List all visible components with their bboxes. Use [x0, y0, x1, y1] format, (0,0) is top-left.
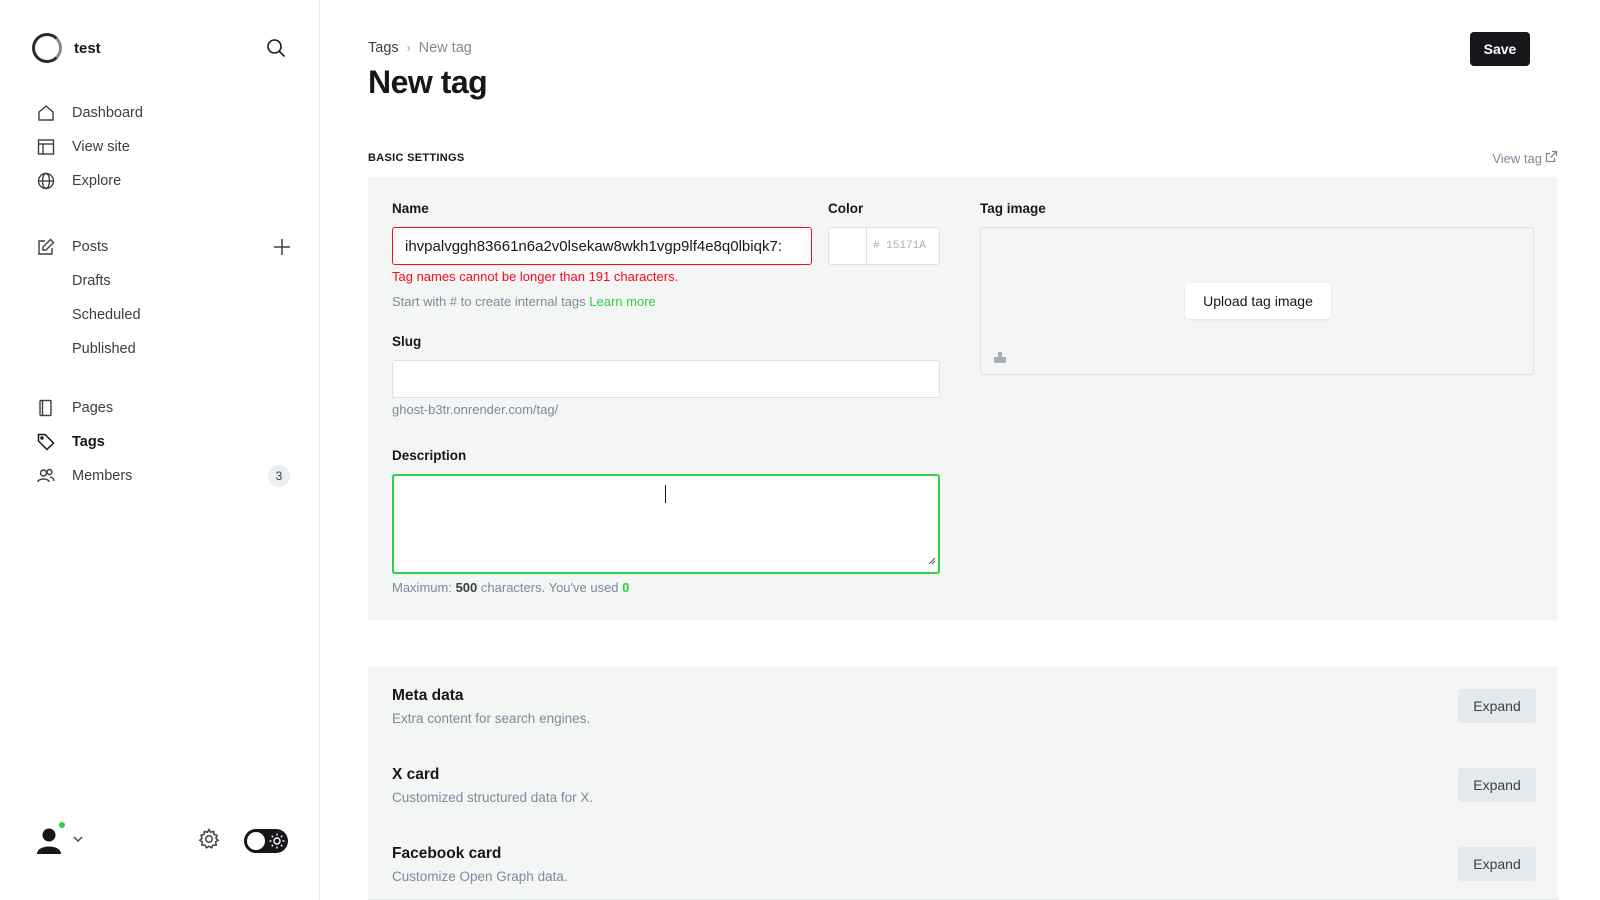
nav-pages[interactable]: Pages: [36, 391, 292, 425]
toggle-knob: [247, 832, 265, 850]
name-input[interactable]: [392, 227, 812, 265]
sun-icon: [269, 833, 285, 854]
home-icon: [36, 103, 56, 123]
learn-more-link[interactable]: Learn more: [589, 294, 655, 309]
description-label: Description: [392, 448, 467, 463]
resize-handle-icon[interactable]: [928, 552, 936, 570]
page-title: New tag: [368, 64, 488, 100]
nav-label: Tags: [72, 434, 105, 450]
new-post-plus-icon[interactable]: [272, 237, 292, 257]
color-swatch[interactable]: [829, 228, 867, 264]
members-icon: [36, 466, 56, 486]
view-tag-label: View tag: [1492, 150, 1542, 166]
nav-label: Published: [72, 341, 136, 357]
counter-max: 500: [455, 580, 478, 595]
breadcrumb: Tags › New tag: [368, 40, 472, 56]
nav-published[interactable]: Published: [36, 332, 292, 366]
description-counter: Maximum: 500 characters. You've used 0: [392, 580, 629, 595]
layout-icon: [36, 137, 56, 157]
tag-image-label: Tag image: [980, 201, 1046, 216]
slug-url-hint: ghost-b3tr.onrender.com/tag/: [392, 402, 559, 417]
slug-label: Slug: [392, 334, 422, 349]
save-button[interactable]: Save: [1470, 32, 1530, 66]
app-root: test Dashboard View site Explore Posts D…: [0, 0, 1600, 900]
meta-data-section: Meta data Extra content for search engin…: [368, 667, 1558, 747]
chevron-down-icon[interactable]: [72, 832, 84, 850]
nav-dashboard[interactable]: Dashboard: [36, 96, 292, 130]
nav-scheduled[interactable]: Scheduled: [36, 298, 292, 332]
x-card-section: X card Customized structured data for X.…: [368, 746, 1558, 826]
tag-image-dropzone[interactable]: Upload tag image: [980, 227, 1534, 375]
name-hint-text: Start with # to create internal tags: [392, 294, 586, 309]
nav-posts[interactable]: Posts: [36, 230, 292, 264]
color-label: Color: [828, 201, 864, 216]
expand-x-card-button[interactable]: Expand: [1458, 768, 1536, 802]
section-description: Customized structured data for X.: [392, 790, 594, 805]
expand-facebook-card-button[interactable]: Expand: [1458, 847, 1536, 881]
primary-nav: Dashboard View site Explore: [36, 96, 292, 198]
section-title: Facebook card: [392, 845, 502, 862]
sidebar-footer: [32, 820, 288, 860]
sidebar: test Dashboard View site Explore Posts D…: [0, 0, 320, 900]
image-upload-icon[interactable]: [993, 350, 1007, 369]
nav-label: Members: [72, 468, 133, 484]
basic-settings-panel: Name Tag names cannot be longer than 191…: [368, 177, 1558, 620]
external-link-icon: [1545, 150, 1558, 166]
nav-view-site[interactable]: View site: [36, 130, 292, 164]
color-picker: # 15171A: [828, 227, 940, 265]
nav-label: Drafts: [72, 273, 111, 289]
basic-settings-heading: BASIC SETTINGS: [368, 152, 465, 164]
content-nav: Posts Drafts Scheduled Published: [36, 230, 292, 366]
site-logo: [32, 33, 62, 63]
counter-prefix: Maximum:: [392, 580, 452, 595]
name-label: Name: [392, 201, 429, 216]
edit-icon: [36, 237, 56, 257]
section-title: X card: [392, 766, 440, 783]
theme-toggle[interactable]: [244, 829, 288, 853]
nav-members[interactable]: Members 3: [36, 459, 292, 493]
expand-meta-data-button[interactable]: Expand: [1458, 689, 1536, 723]
counter-used: 0: [622, 580, 630, 595]
section-description: Customize Open Graph data.: [392, 869, 568, 884]
description-textarea[interactable]: [392, 474, 940, 574]
nav-label: Pages: [72, 400, 114, 416]
nav-explore[interactable]: Explore: [36, 164, 292, 198]
nav-label: View site: [72, 139, 130, 155]
facebook-card-section: Facebook card Customize Open Graph data.…: [368, 825, 1558, 900]
nav-label: Explore: [72, 173, 122, 189]
site-brand[interactable]: test: [32, 32, 101, 64]
counter-mid: characters. You've used: [480, 580, 619, 595]
site-name: test: [74, 39, 101, 57]
section-description: Extra content for search engines.: [392, 711, 591, 726]
text-caret: [665, 485, 666, 503]
tag-icon: [36, 432, 56, 452]
slug-input[interactable]: [392, 360, 940, 398]
page-icon: [36, 398, 56, 418]
search-icon[interactable]: [264, 36, 288, 60]
breadcrumb-separator: ›: [406, 41, 411, 55]
nav-label: Dashboard: [72, 105, 143, 121]
breadcrumb-tags-link[interactable]: Tags: [368, 40, 399, 56]
color-hex-input[interactable]: # 15171A: [867, 228, 939, 264]
nav-label: Posts: [72, 239, 109, 255]
nav-drafts[interactable]: Drafts: [36, 264, 292, 298]
members-count-badge: 3: [268, 465, 290, 487]
settings-gear-icon[interactable]: [198, 828, 220, 855]
section-title: Meta data: [392, 687, 464, 704]
name-error-message: Tag names cannot be longer than 191 char…: [392, 269, 679, 284]
online-status-dot: [57, 820, 67, 830]
nav-tags[interactable]: Tags: [36, 425, 292, 459]
name-hint: Start with # to create internal tags Lea…: [392, 294, 656, 309]
nav-label: Scheduled: [72, 307, 141, 323]
site-nav: Pages Tags Members 3: [36, 391, 292, 493]
globe-icon: [36, 171, 56, 191]
upload-tag-image-button[interactable]: Upload tag image: [1185, 283, 1331, 319]
breadcrumb-current: New tag: [418, 40, 472, 56]
view-tag-link[interactable]: View tag: [1492, 150, 1558, 166]
